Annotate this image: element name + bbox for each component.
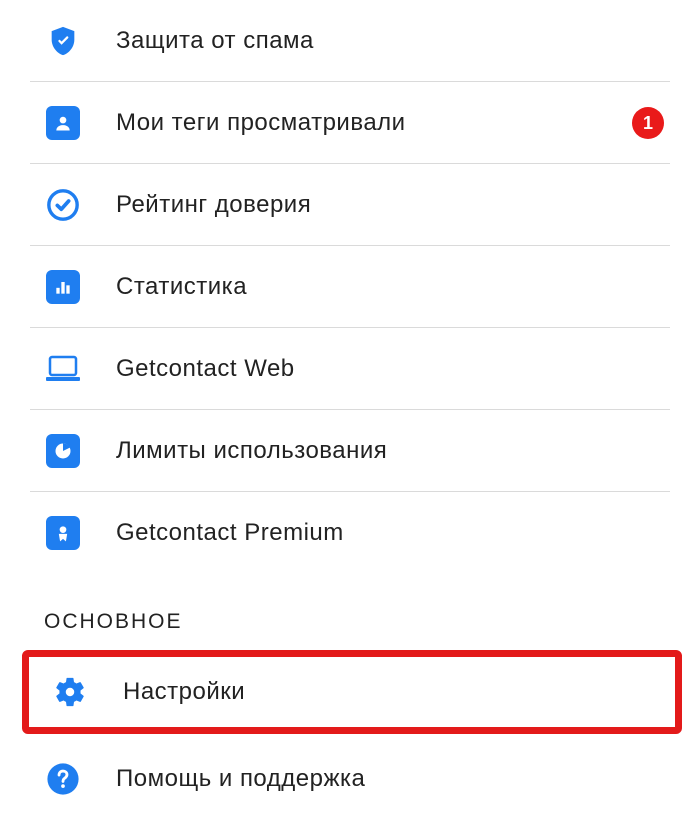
menu-item-premium[interactable]: Getcontact Premium	[0, 492, 700, 574]
premium-badge-icon	[44, 514, 82, 552]
menu-item-spam-protection[interactable]: Защита от спама	[0, 0, 700, 82]
menu-label: Getcontact Web	[116, 355, 670, 383]
gear-icon	[51, 673, 89, 711]
menu-label: Защита от спама	[116, 27, 670, 55]
checkmark-circle-icon	[44, 186, 82, 224]
menu-label: Настройки	[123, 678, 663, 706]
menu-item-usage-limits[interactable]: Лимиты использования	[0, 410, 700, 492]
laptop-icon	[44, 350, 82, 388]
menu-item-settings[interactable]: Настройки	[22, 650, 682, 734]
help-icon	[44, 760, 82, 798]
menu-label: Помощь и поддержка	[116, 765, 670, 793]
section-header-main: ОСНОВНОЕ	[0, 574, 700, 646]
menu-label: Рейтинг доверия	[116, 191, 670, 219]
shield-icon	[44, 22, 82, 60]
menu-item-my-tags-viewed[interactable]: Мои теги просматривали 1	[0, 82, 700, 164]
contact-icon	[44, 104, 82, 142]
menu-item-getcontact-web[interactable]: Getcontact Web	[0, 328, 700, 410]
notification-badge: 1	[632, 107, 664, 139]
menu-item-statistics[interactable]: Статистика	[0, 246, 700, 328]
menu-item-help-support[interactable]: Помощь и поддержка	[0, 738, 700, 820]
menu-label: Мои теги просматривали	[116, 109, 632, 137]
menu-list: Защита от спама Мои теги просматривали 1…	[0, 0, 700, 820]
menu-label: Статистика	[116, 273, 670, 301]
menu-label: Getcontact Premium	[116, 519, 670, 547]
chart-bar-icon	[44, 268, 82, 306]
menu-item-trust-rating[interactable]: Рейтинг доверия	[0, 164, 700, 246]
pie-chart-icon	[44, 432, 82, 470]
menu-label: Лимиты использования	[116, 437, 670, 465]
